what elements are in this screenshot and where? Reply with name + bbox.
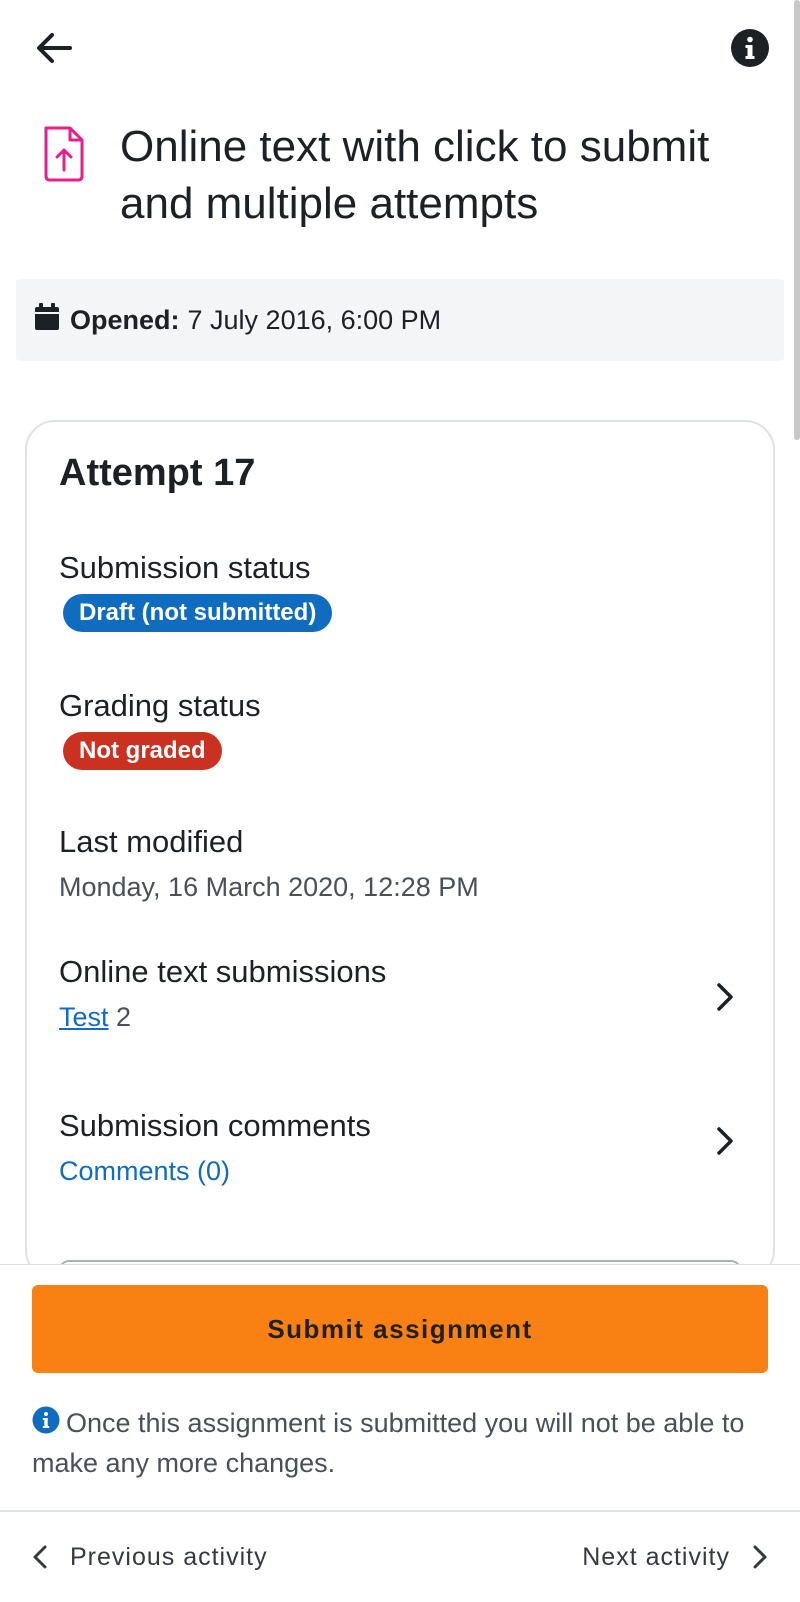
opened-value: 7 July 2016, 6:00 PM: [187, 304, 442, 335]
opened-date-box: Opened: 7 July 2016, 6:00 PM: [16, 279, 784, 361]
submission-status: Submission status Draft (not submitted): [59, 550, 741, 632]
info-icon: [32, 1406, 60, 1434]
attempt-card: Attempt 17 Submission status Draft (not …: [25, 420, 775, 1300]
next-activity-button[interactable]: Next activity: [582, 1512, 772, 1602]
activity-navigation: Previous activity Next activity: [0, 1510, 800, 1600]
submit-notice: Once this assignment is submitted you wi…: [32, 1403, 772, 1483]
page-header: Online text with click to submit and mul…: [40, 118, 760, 232]
submit-notice-text: Once this assignment is submitted you wi…: [32, 1408, 745, 1478]
chevron-right-icon: [753, 1545, 767, 1569]
arrow-left-icon: [37, 33, 72, 63]
chevron-right-icon: [717, 983, 733, 1011]
previous-activity-button[interactable]: Previous activity: [28, 1512, 268, 1602]
opened-label: Opened:: [70, 304, 180, 335]
page-title: Online text with click to submit and mul…: [120, 122, 710, 228]
comments-label: Submission comments: [59, 1108, 371, 1143]
comments-link[interactable]: Comments (0): [59, 1156, 741, 1187]
last-modified: Last modified Monday, 16 March 2020, 12:…: [59, 824, 741, 903]
action-area: Submit assignment Once this assignment i…: [0, 1264, 800, 1510]
submission-status-label: Submission status: [59, 550, 311, 585]
assignment-upload-icon: [44, 126, 84, 182]
info-circle-icon: [731, 29, 769, 67]
status-badge: Draft (not submitted): [63, 594, 333, 632]
grading-badge: Not graded: [63, 732, 222, 770]
calendar-icon: [35, 303, 59, 330]
chevron-right-icon: [717, 1127, 733, 1155]
submit-assignment-button[interactable]: Submit assignment: [32, 1285, 768, 1373]
online-text-content: Test 2: [59, 1002, 741, 1033]
attempt-title: Attempt 17: [59, 452, 256, 494]
online-text-label: Online text submissions: [59, 954, 387, 989]
back-button[interactable]: [32, 26, 76, 70]
scrollbar[interactable]: [794, 0, 800, 440]
online-text-submissions-row[interactable]: Online text submissions Test 2: [59, 954, 741, 1054]
chevron-left-icon: [33, 1545, 47, 1569]
online-text-link[interactable]: Test: [59, 1002, 109, 1032]
online-text-suffix: 2: [116, 1002, 132, 1032]
grading-status-label: Grading status: [59, 688, 261, 723]
previous-activity-label: Previous activity: [70, 1542, 268, 1571]
info-button[interactable]: [730, 28, 770, 68]
submission-comments-row[interactable]: Submission comments Comments (0): [59, 1108, 741, 1198]
next-activity-label: Next activity: [582, 1542, 730, 1571]
top-bar: [0, 0, 800, 96]
last-modified-label: Last modified: [59, 824, 244, 859]
last-modified-value: Monday, 16 March 2020, 12:28 PM: [59, 872, 479, 902]
grading-status: Grading status Not graded: [59, 688, 741, 770]
